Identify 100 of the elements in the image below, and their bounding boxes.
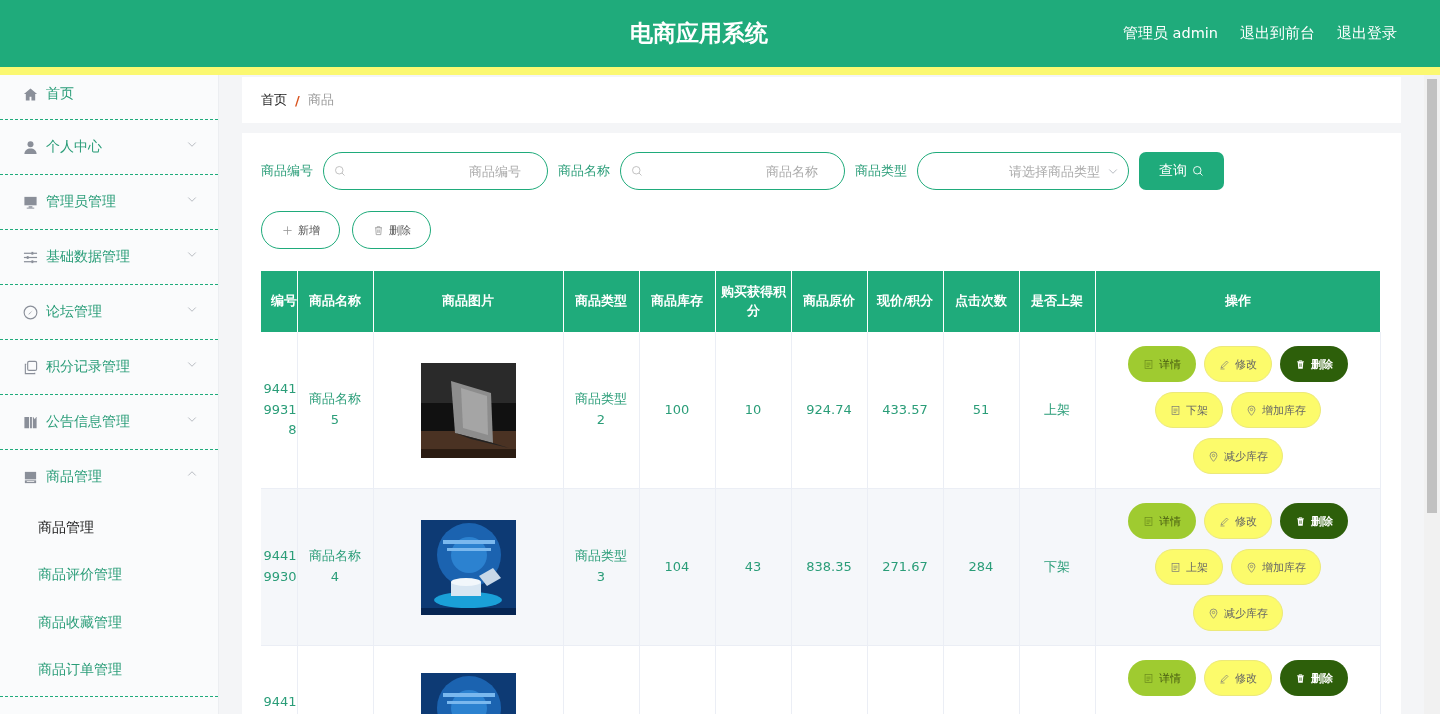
document-icon <box>1169 561 1181 573</box>
delete-button[interactable]: 删除 <box>1279 346 1348 382</box>
sidebar-item[interactable]: 论坛管理 <box>0 285 218 339</box>
document-icon <box>1142 358 1154 370</box>
detail-button[interactable]: 详情 <box>1127 503 1196 539</box>
location-pin-icon <box>1207 607 1219 619</box>
sidebar-item[interactable]: 公告信息管理 <box>0 395 218 449</box>
search-icon <box>631 165 643 177</box>
filter-label: 商品编号 <box>261 162 313 180</box>
sidebar-subitem[interactable]: 商品评价管理 <box>0 551 218 599</box>
search-icon <box>1192 165 1204 177</box>
table-cell-text: 51 <box>972 400 990 419</box>
table-cell-text: 9441 9930 <box>263 547 296 586</box>
header-link[interactable]: 退出登录 <box>1337 24 1397 43</box>
table-cell-text: 104 <box>664 557 690 576</box>
trash-icon <box>372 224 384 236</box>
search-field[interactable]: 商品编号 <box>323 152 548 190</box>
sidebar-subitem[interactable]: 商品收藏管理 <box>0 599 218 647</box>
column-header: 商品库存 <box>639 271 715 332</box>
header-link[interactable]: 退出到前台 <box>1240 24 1315 43</box>
monitor-icon <box>23 194 38 210</box>
table-cell-text: 10 <box>744 400 762 419</box>
add-stock-button[interactable]: 增加库存 <box>1230 549 1321 585</box>
sidebar-item[interactable]: 首页 <box>0 75 218 119</box>
search-icon <box>334 165 346 177</box>
copy-icon <box>23 359 38 375</box>
column-header: 商品原价 <box>791 271 867 332</box>
location-pin-icon <box>1245 404 1257 416</box>
edit-button[interactable]: 修改 <box>1203 503 1272 539</box>
home-icon <box>23 86 38 102</box>
select-field[interactable]: 请选择商品类型 <box>917 152 1129 190</box>
pencil-icon <box>1218 515 1230 527</box>
sliders-icon <box>23 249 38 265</box>
delete-button[interactable]: 删除 <box>1279 503 1348 539</box>
delete-button[interactable]: 删除 <box>352 211 431 249</box>
column-header: 商品图片 <box>373 271 563 332</box>
table-cell-text: 433.57 <box>882 400 928 419</box>
breadcrumb-separator: / <box>295 92 300 108</box>
table-cell-text: 284 <box>968 557 994 576</box>
column-header: 购买获得积分 <box>715 271 791 332</box>
sidebar-item[interactable]: 积分记录管理 <box>0 340 218 394</box>
table-cell-text: 9441 <box>263 693 296 711</box>
table-cell-text: 924.74 <box>806 400 852 419</box>
edit-button[interactable]: 修改 <box>1203 660 1272 696</box>
sidebar-subitem[interactable]: 商品管理 <box>0 504 218 552</box>
tray-icon <box>23 469 38 485</box>
table-cell-text: 271.67 <box>882 557 928 576</box>
column-header: 点击次数 <box>943 271 1019 332</box>
table-cell-text: 下架 <box>1044 557 1070 576</box>
table-cell-text: 商品类型 3 <box>575 547 627 586</box>
reduce-stock-button[interactable]: 减少库存 <box>1192 438 1283 474</box>
breadcrumb-item: 商品 <box>307 91 334 109</box>
column-header: 商品名称 <box>297 271 373 332</box>
scrollbar-thumb[interactable] <box>1427 79 1437 513</box>
detail-button[interactable]: 详情 <box>1127 660 1196 696</box>
reduce-stock-button[interactable]: 减少库存 <box>1192 595 1283 631</box>
search-field[interactable]: 商品名称 <box>620 152 845 190</box>
detail-button[interactable]: 详情 <box>1127 346 1196 382</box>
pencil-icon <box>1218 672 1230 684</box>
add-stock-button[interactable]: 增加库存 <box>1230 392 1321 428</box>
user-label: 管理员 admin <box>1122 24 1218 43</box>
query-button[interactable]: 查询 <box>1139 152 1224 190</box>
table-cell-text: 100 <box>664 400 690 419</box>
sidebar-subitem[interactable]: 商品订单管理 <box>0 646 218 694</box>
sidebar-item[interactable]: 管理员管理 <box>0 175 218 229</box>
trash-icon <box>1294 672 1306 684</box>
table-cell-text: 9441 9931 8 <box>263 379 296 440</box>
scrollbar[interactable] <box>1424 75 1440 714</box>
table-cell-text: 商品名称 5 <box>309 390 361 429</box>
delete-button[interactable]: 删除 <box>1279 660 1348 696</box>
trash-icon <box>1294 358 1306 370</box>
column-header: 商品类型 <box>563 271 639 332</box>
sidebar-item[interactable]: 基础数据管理 <box>0 230 218 284</box>
trash-icon <box>1294 515 1306 527</box>
app-title: 电商应用系统 <box>629 19 768 48</box>
breadcrumb-item[interactable]: 首页 <box>261 91 287 109</box>
table-cell-text: 上架 <box>1044 400 1070 419</box>
filter-label: 商品名称 <box>558 162 610 180</box>
document-icon <box>1142 672 1154 684</box>
location-pin-icon <box>1245 561 1257 573</box>
sidebar-item[interactable]: 商品管理 <box>0 450 218 504</box>
add-button[interactable]: 新增 <box>261 211 340 249</box>
pencil-icon <box>1218 358 1230 370</box>
column-header: 是否上架 <box>1019 271 1095 332</box>
shelf-toggle-button[interactable]: 下架 <box>1154 392 1223 428</box>
user-icon <box>23 139 38 155</box>
document-icon <box>1142 515 1154 527</box>
shelf-toggle-button[interactable]: 上架 <box>1154 549 1223 585</box>
filter-label: 商品类型 <box>855 162 907 180</box>
table-cell-text: 43 <box>744 557 762 576</box>
table-cell-text: 商品名称 4 <box>309 547 361 586</box>
book-icon <box>23 414 38 430</box>
table-cell-text: 商品类型 2 <box>575 390 627 429</box>
compass-icon <box>23 304 38 320</box>
edit-button[interactable]: 修改 <box>1203 346 1272 382</box>
sidebar-item[interactable]: 个人中心 <box>0 120 218 174</box>
location-pin-icon <box>1207 450 1219 462</box>
column-header: 操作 <box>1095 271 1380 332</box>
table-cell-text: 838.35 <box>806 557 852 576</box>
plus-icon <box>281 224 293 236</box>
